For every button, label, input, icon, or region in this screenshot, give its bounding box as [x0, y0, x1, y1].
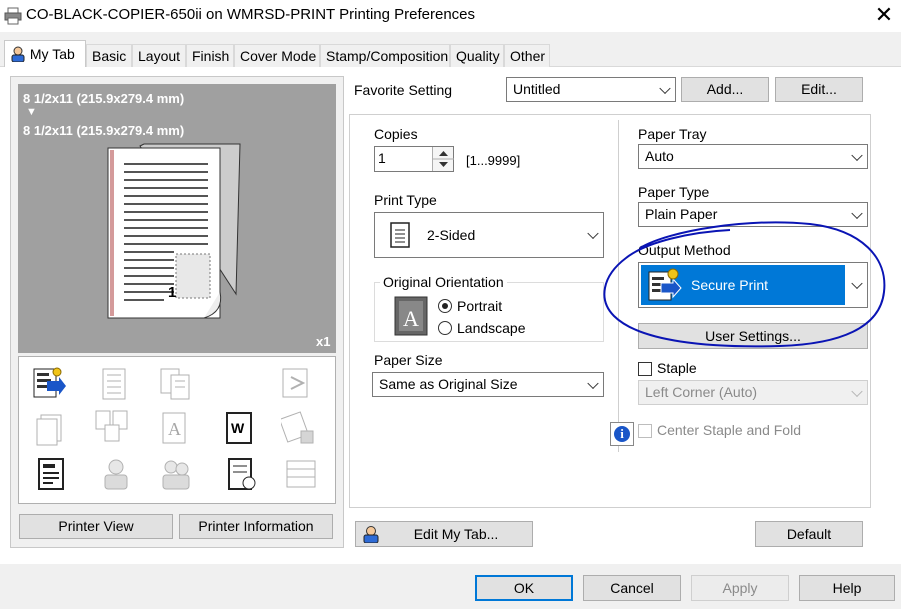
- copies-label: Copies: [374, 126, 418, 142]
- paper-tray-value: Auto: [645, 148, 674, 164]
- watermark-icon[interactable]: W: [223, 411, 257, 445]
- n-up-icon[interactable]: [97, 367, 131, 401]
- preview-page-number: 1: [168, 284, 177, 301]
- edit-my-tab-button[interactable]: Edit My Tab...: [355, 521, 533, 547]
- svg-text:W: W: [231, 420, 245, 436]
- info-icon[interactable]: i: [610, 422, 634, 446]
- copies-value: 1: [378, 150, 386, 166]
- edit-my-tab-label: Edit My Tab...: [413, 526, 499, 542]
- preview-copies-badge: x1: [316, 334, 331, 349]
- close-button[interactable]: ✕: [870, 2, 898, 28]
- ok-button[interactable]: OK: [475, 575, 573, 601]
- info-icon-badge: i: [614, 426, 630, 442]
- chevron-down-icon: [587, 377, 599, 389]
- center-staple-checkbox: [638, 424, 652, 438]
- preview-arrow: ▼: [26, 106, 37, 118]
- paper-type-label: Paper Type: [638, 184, 710, 200]
- edit-favorite-button[interactable]: Edit...: [775, 77, 863, 102]
- duplex-pages-icon[interactable]: [35, 413, 69, 447]
- text-overlay-icon[interactable]: A: [159, 411, 193, 445]
- printer-information-button[interactable]: Printer Information: [179, 514, 333, 539]
- chevron-down-icon: [587, 227, 599, 240]
- highlight-annotation-circle: [600, 218, 890, 352]
- paper-size-select[interactable]: Same as Original Size: [372, 372, 604, 397]
- tab-my-tab[interactable]: My Tab: [4, 40, 86, 67]
- user-icon: [362, 525, 380, 544]
- favorite-setting-value: Untitled: [513, 81, 561, 97]
- account-track-icon[interactable]: [159, 457, 193, 491]
- printer-icon: [4, 7, 22, 25]
- chevron-down-icon: [851, 207, 863, 219]
- favorite-setting-select[interactable]: Untitled: [506, 77, 676, 102]
- help-button[interactable]: Help: [799, 575, 895, 601]
- collate-icon[interactable]: [159, 367, 193, 401]
- print-type-value: 2-Sided: [427, 227, 476, 243]
- tab-quality[interactable]: Quality: [450, 44, 504, 67]
- duplex-icon: [389, 221, 413, 249]
- stamp-lock-icon[interactable]: [278, 411, 315, 445]
- portrait-label[interactable]: Portrait: [457, 298, 502, 314]
- center-staple-label: Center Staple and Fold: [657, 422, 801, 438]
- staple-position-value: Left Corner (Auto): [645, 384, 758, 400]
- svg-text:A: A: [403, 306, 419, 331]
- tab-my-tab-label: My Tab: [29, 46, 75, 62]
- landscape-radio[interactable]: [438, 321, 452, 335]
- printer-view-button[interactable]: Printer View: [19, 514, 173, 539]
- tab-finish[interactable]: Finish: [186, 44, 234, 67]
- user-icon: [10, 44, 26, 63]
- paper-size-value: Same as Original Size: [379, 376, 518, 392]
- tab-stamp-composition[interactable]: Stamp/Composition: [320, 44, 450, 67]
- chevron-down-icon: [851, 385, 863, 397]
- paper-tray-select[interactable]: Auto: [638, 144, 868, 169]
- chevron-down-icon: [659, 82, 671, 94]
- paper-tray-label: Paper Tray: [638, 126, 707, 142]
- tab-cover-mode[interactable]: Cover Mode: [234, 44, 320, 67]
- tab-layout[interactable]: Layout: [132, 44, 186, 67]
- preview-paper-size-top: 8 1/2x11 (215.9x279.4 mm): [23, 91, 185, 106]
- print-type-select[interactable]: 2-Sided: [374, 212, 604, 258]
- staple-position-select: Left Corner (Auto): [638, 380, 868, 405]
- favorite-setting-label: Favorite Setting: [354, 82, 453, 98]
- cancel-button[interactable]: Cancel: [583, 575, 681, 601]
- portrait-radio[interactable]: [438, 299, 452, 313]
- orientation-label: Original Orientation: [380, 274, 507, 290]
- landscape-label[interactable]: Landscape: [457, 320, 526, 336]
- document-icon[interactable]: [35, 457, 69, 491]
- punch-icon[interactable]: [281, 367, 315, 401]
- orientation-portrait-icon: A: [394, 296, 428, 336]
- secure-print-function-icon[interactable]: [33, 367, 67, 401]
- print-type-label: Print Type: [374, 192, 437, 208]
- paper-size-label: Paper Size: [374, 352, 443, 368]
- tab-other[interactable]: Other: [504, 44, 550, 67]
- my-tab-icon-panel[interactable]: A W: [18, 356, 336, 504]
- info-icon-glyph: i: [620, 426, 624, 441]
- default-button[interactable]: Default: [755, 521, 863, 547]
- booklet-icon[interactable]: [95, 409, 129, 443]
- user-auth-icon[interactable]: [99, 457, 133, 491]
- staple-label[interactable]: Staple: [657, 360, 697, 376]
- tab-basic[interactable]: Basic: [86, 44, 132, 67]
- chevron-down-icon: [851, 149, 863, 161]
- preview-paper-size-bottom: 8 1/2x11 (215.9x279.4 mm): [23, 123, 185, 138]
- table-icon[interactable]: [285, 457, 319, 491]
- svg-text:A: A: [168, 419, 181, 439]
- window-title: CO-BLACK-COPIER-650ii on WMRSD-PRINT Pri…: [26, 6, 476, 23]
- apply-button: Apply: [691, 575, 789, 601]
- print-schedule-icon[interactable]: [225, 457, 259, 491]
- add-favorite-button[interactable]: Add...: [681, 77, 769, 102]
- staple-checkbox[interactable]: [638, 362, 652, 376]
- copies-spinner[interactable]: [432, 147, 454, 171]
- copies-range: [1...9999]: [466, 153, 521, 168]
